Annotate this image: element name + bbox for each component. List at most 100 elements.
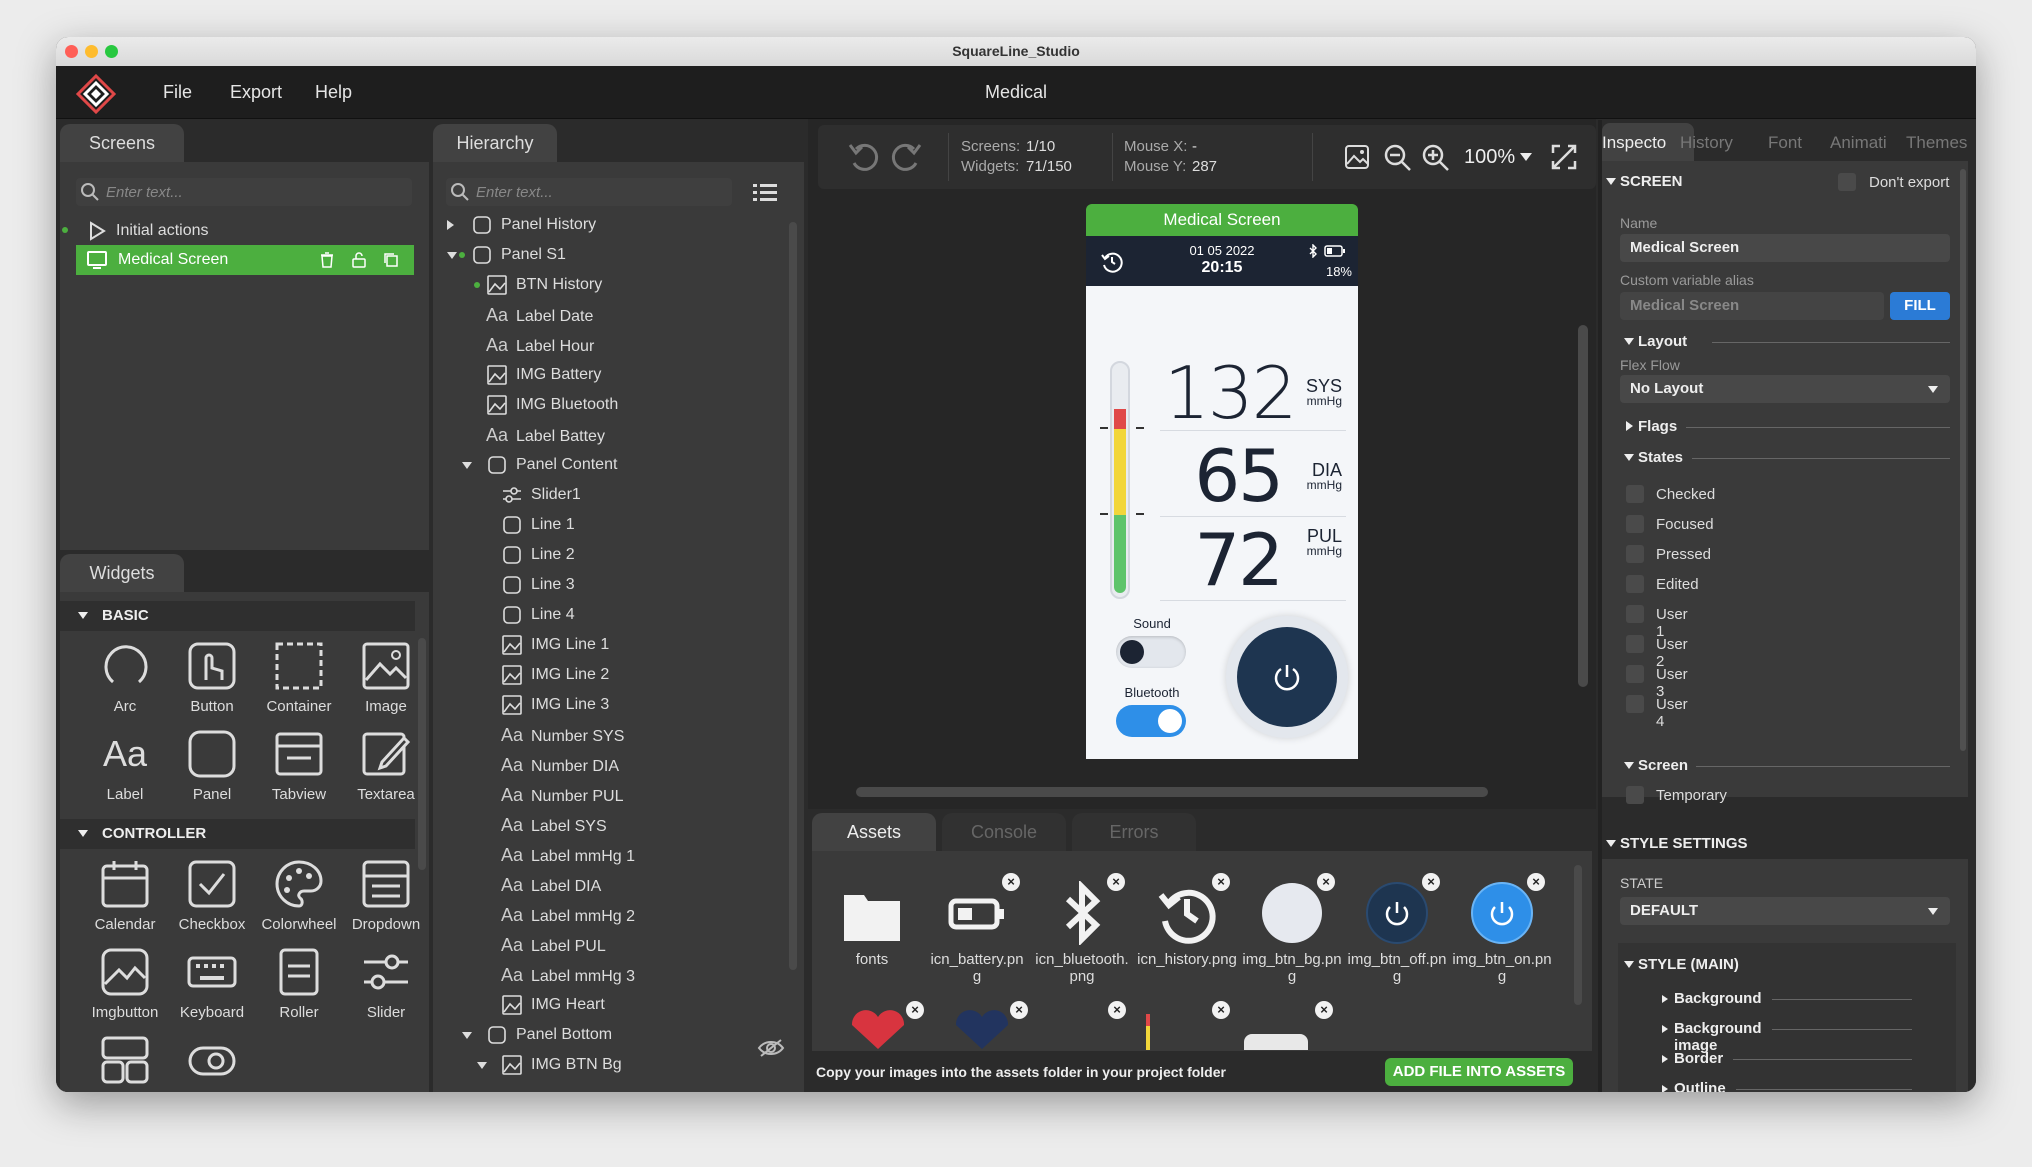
flags-section[interactable]: Flags	[1638, 418, 1677, 435]
state-checkbox[interactable]	[1626, 485, 1644, 503]
name-field[interactable]: Medical Screen	[1620, 234, 1950, 262]
remove-asset-button[interactable]: ×	[1010, 1001, 1028, 1019]
tab-themes[interactable]: Themes	[1906, 125, 1967, 161]
hierarchy-item[interactable]: Slider1	[501, 480, 581, 510]
maximize-window-button[interactable]	[105, 45, 118, 58]
hierarchy-item[interactable]: Line 3	[501, 570, 575, 600]
menu-file[interactable]: File	[163, 82, 192, 103]
hierarchy-item[interactable]: Line 4	[501, 600, 575, 630]
screens-search-input[interactable]	[106, 178, 408, 206]
widget-calendar[interactable]: Calendar	[82, 856, 168, 942]
hierarchy-item[interactable]: IMG Battery	[486, 360, 601, 390]
asset-item[interactable]: img_btn_on.png	[1452, 881, 1552, 985]
add-file-into-assets-button[interactable]: ADD FILE INTO ASSETS	[1385, 1058, 1573, 1086]
style-property[interactable]: Border	[1674, 1050, 1723, 1067]
hierarchy-item[interactable]: IMG Heart	[501, 990, 605, 1020]
tab-hierarchy[interactable]: Hierarchy	[433, 124, 557, 162]
hierarchy-item[interactable]: Line 2	[501, 540, 575, 570]
hierarchy-item[interactable]: Aa Label DIA	[501, 870, 601, 900]
state-checkbox[interactable]	[1626, 605, 1644, 623]
style-property[interactable]: Background	[1674, 990, 1762, 1007]
minimize-window-button[interactable]	[85, 45, 98, 58]
hierarchy-item[interactable]: IMG Line 2	[501, 660, 609, 690]
widget-panel[interactable]: Panel	[169, 726, 255, 812]
tab-assets[interactable]: Assets	[812, 813, 936, 851]
asset-item[interactable]: img_btn_bg.png	[1242, 881, 1342, 985]
hierarchy-item[interactable]: IMG BTN Bg	[501, 1050, 622, 1080]
undo-icon[interactable]	[848, 141, 882, 173]
hierarchy-item[interactable]: IMG Line 3	[501, 690, 609, 720]
widgets-scrollbar[interactable]	[418, 638, 426, 870]
asset-item[interactable]: icn_history.png	[1137, 881, 1237, 968]
widget-arc[interactable]: Arc	[82, 638, 168, 724]
hierarchy-item[interactable]: Panel Content	[486, 450, 617, 480]
widget-textarea[interactable]: Textarea	[343, 726, 429, 812]
tab-font[interactable]: Font	[1768, 125, 1802, 161]
hierarchy-item[interactable]: Aa Label Battey	[486, 420, 605, 450]
hierarchy-item[interactable]: BTN History	[486, 270, 602, 300]
hierarchy-item[interactable]: Panel History	[471, 210, 596, 240]
tab-console[interactable]: Console	[942, 813, 1066, 851]
hierarchy-item[interactable]: Aa Number DIA	[501, 750, 619, 780]
hierarchy-item[interactable]: IMG Bluetooth	[486, 390, 618, 420]
section-controller[interactable]: CONTROLLER	[60, 819, 415, 849]
dont-export-checkbox[interactable]	[1838, 173, 1856, 191]
hierarchy-item[interactable]: Aa Label Date	[486, 300, 593, 330]
asset-item[interactable]: img_btn_off.png	[1347, 881, 1447, 985]
layout-section[interactable]: Layout	[1638, 333, 1687, 350]
widget-imgbutton[interactable]: Imgbutton	[82, 944, 168, 1030]
hierarchy-item[interactable]: Aa Number PUL	[501, 780, 623, 810]
widget-button[interactable]: Button	[169, 638, 255, 724]
alias-field[interactable]: Medical Screen	[1620, 292, 1884, 320]
remove-asset-button[interactable]: ×	[1527, 873, 1545, 891]
device-screen-title[interactable]: Medical Screen	[1086, 204, 1358, 236]
asset-item[interactable]: fonts	[822, 881, 922, 968]
list-view-icon[interactable]	[751, 180, 779, 204]
collapse-arrow-icon[interactable]	[477, 1062, 487, 1069]
hierarchy-item[interactable]: Aa Label SYS	[501, 810, 607, 840]
redo-icon[interactable]	[888, 141, 922, 173]
tab-errors[interactable]: Errors	[1072, 813, 1196, 851]
hierarchy-item[interactable]: Aa Label mmHg 1	[501, 840, 635, 870]
inspector-scrollbar[interactable]	[1960, 169, 1966, 751]
tab-animation[interactable]: Animati	[1830, 125, 1887, 161]
image-preview-icon[interactable]	[1344, 144, 1370, 170]
hierarchy-search[interactable]	[446, 178, 732, 206]
widget-label-widget[interactable]: Aa Label	[82, 726, 168, 812]
bluetooth-switch[interactable]	[1116, 705, 1186, 737]
expand-arrow-icon[interactable]	[447, 220, 454, 230]
screens-search[interactable]	[76, 178, 412, 206]
style-property[interactable]: Background image	[1674, 1020, 1762, 1054]
hidden-eye-icon[interactable]	[757, 1038, 785, 1058]
history-icon[interactable]	[1100, 250, 1124, 274]
remove-asset-button[interactable]: ×	[1107, 873, 1125, 891]
hierarchy-item[interactable]: Aa Label mmHg 3	[501, 960, 635, 990]
screen-subsection[interactable]: Screen	[1638, 757, 1688, 774]
widget-tabview[interactable]: Tabview	[256, 726, 342, 812]
collapse-arrow-icon[interactable]	[462, 462, 472, 469]
trash-icon[interactable]	[318, 251, 336, 269]
tab-history[interactable]: History	[1680, 125, 1733, 161]
hierarchy-item[interactable]: Line 1	[501, 510, 575, 540]
tab-widgets[interactable]: Widgets	[60, 554, 184, 592]
remove-asset-button[interactable]: ×	[1315, 1001, 1333, 1019]
flex-flow-dropdown[interactable]: No Layout	[1620, 375, 1950, 403]
sound-switch[interactable]	[1116, 636, 1186, 668]
screens-item-initial-actions[interactable]: Initial actions	[86, 216, 209, 246]
section-basic[interactable]: BASIC	[60, 601, 415, 631]
widget-checkbox[interactable]: Checkbox	[169, 856, 255, 942]
state-checkbox[interactable]	[1626, 515, 1644, 533]
remove-asset-button[interactable]: ×	[1317, 873, 1335, 891]
canvas-vertical-scrollbar[interactable]	[1578, 325, 1588, 687]
fill-button[interactable]: FILL	[1890, 292, 1950, 320]
hierarchy-item[interactable]: Aa Label PUL	[501, 930, 606, 960]
widget-keyboard[interactable]: Keyboard	[169, 944, 255, 1030]
duplicate-icon[interactable]	[382, 251, 400, 269]
remove-asset-button[interactable]: ×	[1212, 873, 1230, 891]
zoom-out-icon[interactable]	[1384, 144, 1412, 172]
tab-inspector[interactable]: Inspecto	[1602, 125, 1666, 161]
widget-colorwheel[interactable]: Colorwheel	[256, 856, 342, 942]
assets-scrollbar[interactable]	[1574, 865, 1582, 1005]
temporary-checkbox[interactable]	[1626, 786, 1644, 804]
state-checkbox[interactable]	[1626, 635, 1644, 653]
